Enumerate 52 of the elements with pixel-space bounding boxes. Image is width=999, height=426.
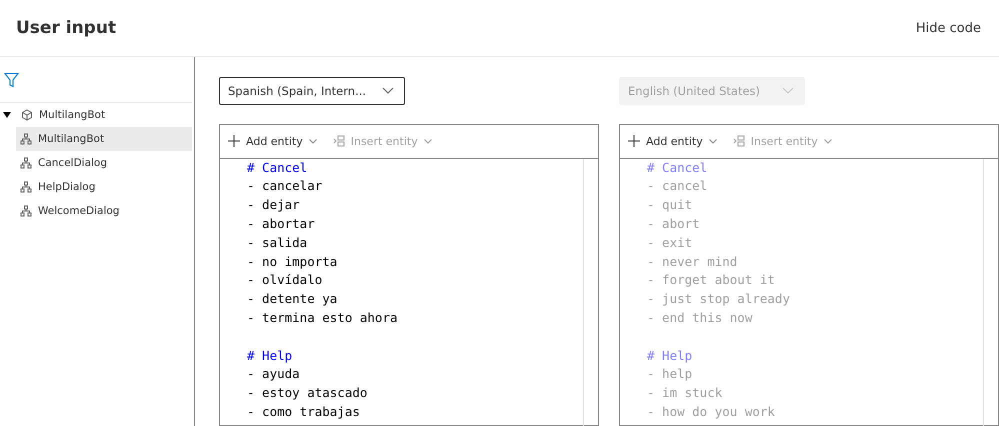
code-heading: # Help xyxy=(647,346,694,365)
language-dropdown[interactable]: Spanish (Spain, Intern... xyxy=(219,77,405,105)
tree-item[interactable]: MultilangBot xyxy=(16,127,192,151)
chevron-down-icon xyxy=(382,87,394,94)
hierarchy-icon xyxy=(20,157,32,169)
chevron-down-icon xyxy=(308,138,317,144)
plus-icon xyxy=(628,135,640,148)
code-line: - help xyxy=(647,365,694,384)
code-heading: # Help xyxy=(247,346,294,365)
code-line: - dejar xyxy=(247,196,301,214)
insert-icon xyxy=(732,135,745,148)
hierarchy-icon xyxy=(20,205,32,217)
code-line: - olvídalo xyxy=(247,271,324,290)
cube-icon xyxy=(21,109,33,121)
code-line: - abort xyxy=(647,215,701,234)
code-line: - ayuda xyxy=(247,365,301,384)
code-line: - abortar xyxy=(247,215,316,234)
chevron-down-icon xyxy=(424,138,432,144)
code-line: - no importa xyxy=(247,252,338,271)
code-editor[interactable]: Add entity Insert entity # Cancel - cancelar - dejar - abortar - salida - no importa - olvídalo - detente ya - termina esto ahora # Help - ayuda - estoy atascado - como trabajas xyxy=(219,124,599,426)
code-line: - quit xyxy=(647,196,694,214)
code-line: - never mind xyxy=(647,252,738,271)
chevron-down-icon xyxy=(824,138,832,144)
tree-item[interactable]: HelpDialog xyxy=(0,175,192,199)
code-line: - como trabajas xyxy=(247,402,361,421)
hierarchy-icon xyxy=(20,181,32,193)
code-line: - just stop already xyxy=(647,290,791,308)
page-title: User input xyxy=(16,18,116,38)
code-line: - cancel xyxy=(647,177,708,196)
code-line: - exit xyxy=(647,234,694,252)
code-line: - salida xyxy=(247,234,308,252)
code-line: - how do you work xyxy=(647,402,776,421)
chevron-down-icon xyxy=(782,87,794,94)
plus-icon xyxy=(228,135,240,148)
code-line: - estoy atascado xyxy=(247,384,368,402)
code-line: - cancelar xyxy=(247,177,324,196)
tree-item[interactable]: WelcomeDialog xyxy=(0,199,192,223)
chevron-down-icon xyxy=(708,138,717,144)
code-line: - forget about it xyxy=(647,271,776,290)
tree-item[interactable]: CancelDialog xyxy=(0,151,192,175)
code-line: - detente ya xyxy=(247,290,338,308)
code-line: - termina esto ahora xyxy=(247,309,399,327)
filter-icon[interactable] xyxy=(4,72,19,88)
insert-icon xyxy=(332,135,345,148)
add-entity-button[interactable]: Add entity xyxy=(228,134,317,148)
hide-code-button[interactable]: Hide code xyxy=(916,20,981,36)
tree-item[interactable]: MultilangBot xyxy=(0,103,192,127)
code-heading: # Cancel xyxy=(247,158,308,177)
code-heading: # Cancel xyxy=(647,158,708,177)
code-line: - im stuck xyxy=(647,384,724,402)
hierarchy-icon xyxy=(20,133,32,145)
code-line: - end this now xyxy=(647,309,754,327)
